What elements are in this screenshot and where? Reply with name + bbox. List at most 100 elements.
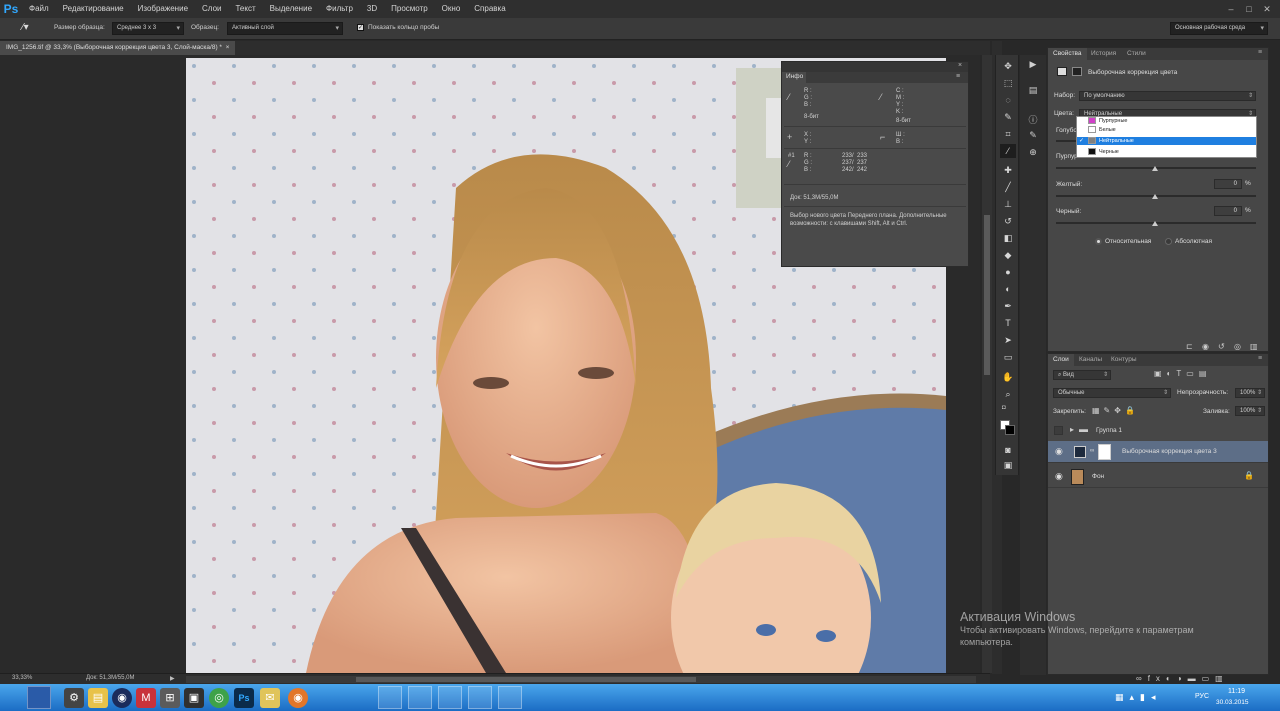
zoom-tool-icon[interactable]: ⌕ [1000, 387, 1016, 401]
clone-source-icon[interactable]: ⊕ [1026, 147, 1040, 159]
tab-styles[interactable]: Стили [1122, 48, 1151, 60]
clip-to-layer-icon[interactable]: ⊏ [1186, 342, 1193, 351]
dropdown-item-blacks[interactable]: Черные [1077, 148, 1256, 156]
trash-icon[interactable]: ▥ [1250, 342, 1258, 351]
chrome-icon[interactable]: ◎ [209, 688, 229, 708]
yellow-slider-thumb[interactable] [1152, 194, 1158, 199]
menu-image[interactable]: Изображение [131, 0, 195, 18]
zoom-level[interactable]: 33,33% [12, 675, 32, 681]
path-selection-tool-icon[interactable]: ➤ [1000, 333, 1016, 347]
taskbar-chrome-window[interactable] [378, 686, 402, 709]
clock-date[interactable]: 30.03.2015 [1216, 699, 1249, 706]
dropdown-item-magentas[interactable]: Пурпурные [1077, 117, 1256, 125]
explorer-icon[interactable]: ▤ [88, 688, 108, 708]
tab-history[interactable]: История [1086, 48, 1121, 60]
taskbar-window-5[interactable] [498, 686, 522, 709]
menu-view[interactable]: Просмотр [384, 0, 435, 18]
tab-properties[interactable]: Свойства [1048, 48, 1087, 60]
panel-menu-icon[interactable]: ≡ [1258, 49, 1262, 56]
app-icon-6[interactable]: ▣ [184, 688, 204, 708]
tab-paths[interactable]: Контуры [1106, 354, 1142, 366]
horizontal-scrollbar[interactable] [186, 676, 976, 683]
histogram-icon[interactable]: ▤ [1026, 85, 1040, 97]
panel-menu-icon[interactable]: ≡ [956, 73, 960, 80]
show-ring-checkbox[interactable]: ✓ [357, 24, 364, 31]
magenta-slider-thumb[interactable] [1152, 166, 1158, 171]
layer-filter-select[interactable]: ⌕ Вид [1053, 370, 1111, 380]
tab-layers[interactable]: Слои [1048, 354, 1074, 366]
preset-select[interactable]: По умолчанию [1079, 91, 1256, 101]
opacity-input[interactable]: 100% [1235, 388, 1265, 398]
app-icon-1[interactable]: ⚙ [64, 688, 84, 708]
lasso-tool-icon[interactable]: ◌ [1000, 93, 1016, 107]
visibility-toggle[interactable] [1054, 426, 1063, 435]
photoshop-taskbar-icon[interactable]: Ps [234, 688, 254, 708]
layer-name[interactable]: Фон [1092, 473, 1104, 480]
menu-help[interactable]: Справка [467, 0, 512, 18]
taskbar-window-4[interactable] [468, 686, 492, 709]
layers-footer-icons[interactable]: ∞fx◐◑▬▭▥ [1136, 674, 1229, 683]
marquee-tool-icon[interactable]: ⬚ [1000, 76, 1016, 90]
info-tab[interactable]: Инфо [782, 72, 806, 83]
menu-file[interactable]: Файл [22, 0, 56, 18]
info-panel-icon[interactable]: ⓘ [1026, 113, 1040, 125]
fill-input[interactable]: 100% [1235, 406, 1265, 416]
clock-time[interactable]: 11:19 [1228, 688, 1245, 695]
rectangle-tool-icon[interactable]: ▭ [1000, 350, 1016, 364]
layer-name[interactable]: Группа 1 [1096, 427, 1122, 434]
default-colors-icon[interactable]: ◘ [1002, 405, 1006, 411]
black-value-input[interactable]: 0 [1214, 206, 1242, 216]
app-icon-5[interactable]: ⊞ [160, 688, 180, 708]
eyedropper-tool-icon[interactable]: ⁄ [1000, 144, 1016, 158]
taskbar-window-3[interactable] [438, 686, 462, 709]
close-icon[interactable]: ✕ [1260, 0, 1274, 18]
menu-filter[interactable]: Фильтр [319, 0, 360, 18]
clone-stamp-tool-icon[interactable]: ⊥ [1000, 197, 1016, 211]
layer-row-adjustment[interactable]: ◉ ∞ Выборочная коррекция цвета 3 [1048, 441, 1268, 463]
blur-tool-icon[interactable]: ● [1000, 265, 1016, 279]
blend-mode-select[interactable]: Обычные [1053, 388, 1171, 398]
relative-radio[interactable] [1095, 238, 1102, 245]
paint-bucket-tool-icon[interactable]: ◆ [1000, 248, 1016, 262]
taskbar-ps-window[interactable] [408, 686, 432, 709]
reset-icon[interactable]: ↺ [1218, 342, 1225, 351]
close-icon[interactable]: × [958, 62, 962, 69]
absolute-radio[interactable] [1165, 238, 1172, 245]
healing-brush-tool-icon[interactable]: ✚ [1000, 163, 1016, 177]
menu-layer[interactable]: Слои [195, 0, 228, 18]
app-icon-3[interactable]: ◉ [112, 688, 132, 708]
vertical-scrollbar[interactable] [982, 55, 992, 673]
tray-icons[interactable]: ▦▴▮◂ [1115, 692, 1162, 703]
mail-icon[interactable]: ✉ [260, 688, 280, 708]
dropdown-item-whites[interactable]: Белые [1077, 126, 1256, 134]
layer-mask-thumbnail[interactable] [1098, 444, 1111, 460]
maximize-icon[interactable]: □ [1242, 0, 1256, 18]
view-previous-icon[interactable]: ◉ [1202, 342, 1209, 351]
move-tool-icon[interactable]: ✥ [1000, 59, 1016, 73]
menu-window[interactable]: Окно [435, 0, 468, 18]
layer-filter-icons[interactable]: ▣◐T▭▤ [1154, 369, 1211, 378]
black-slider-thumb[interactable] [1152, 221, 1158, 226]
menu-edit[interactable]: Редактирование [56, 0, 131, 18]
firefox-icon[interactable]: ◉ [288, 688, 308, 708]
sample-select[interactable]: Активный слой [227, 22, 343, 35]
info-panel-header[interactable] [782, 62, 968, 72]
menu-select[interactable]: Выделение [263, 0, 319, 18]
menu-type[interactable]: Текст [228, 0, 262, 18]
chain-link-icon[interactable]: ∞ [1090, 448, 1094, 454]
sample-size-select[interactable]: Среднее 3 х 3 [112, 22, 184, 35]
brush-tool-icon[interactable]: ╱ [1000, 180, 1016, 194]
type-tool-icon[interactable]: T [1000, 316, 1016, 330]
document-tab[interactable]: IMG_1256.tif @ 33,3% (Выборочная коррекц… [0, 41, 236, 55]
horizontal-scrollbar-thumb[interactable] [356, 677, 696, 682]
scrollbar-thumb[interactable] [984, 215, 990, 375]
hand-tool-icon[interactable]: ✋ [1000, 370, 1016, 384]
dropdown-item-neutrals[interactable]: ✓ Нейтральные [1077, 137, 1256, 145]
play-action-icon[interactable]: ▶ [1026, 59, 1040, 71]
app-icon-4[interactable]: M [136, 688, 156, 708]
quick-mask-icon[interactable]: ◙ [1000, 443, 1016, 457]
brush-presets-icon[interactable]: ✎ [1026, 130, 1040, 142]
layer-name[interactable]: Выборочная коррекция цвета 3 [1122, 448, 1217, 455]
layer-mask-icon[interactable] [1072, 67, 1082, 76]
visibility-eye-icon[interactable]: ◉ [1055, 471, 1063, 482]
